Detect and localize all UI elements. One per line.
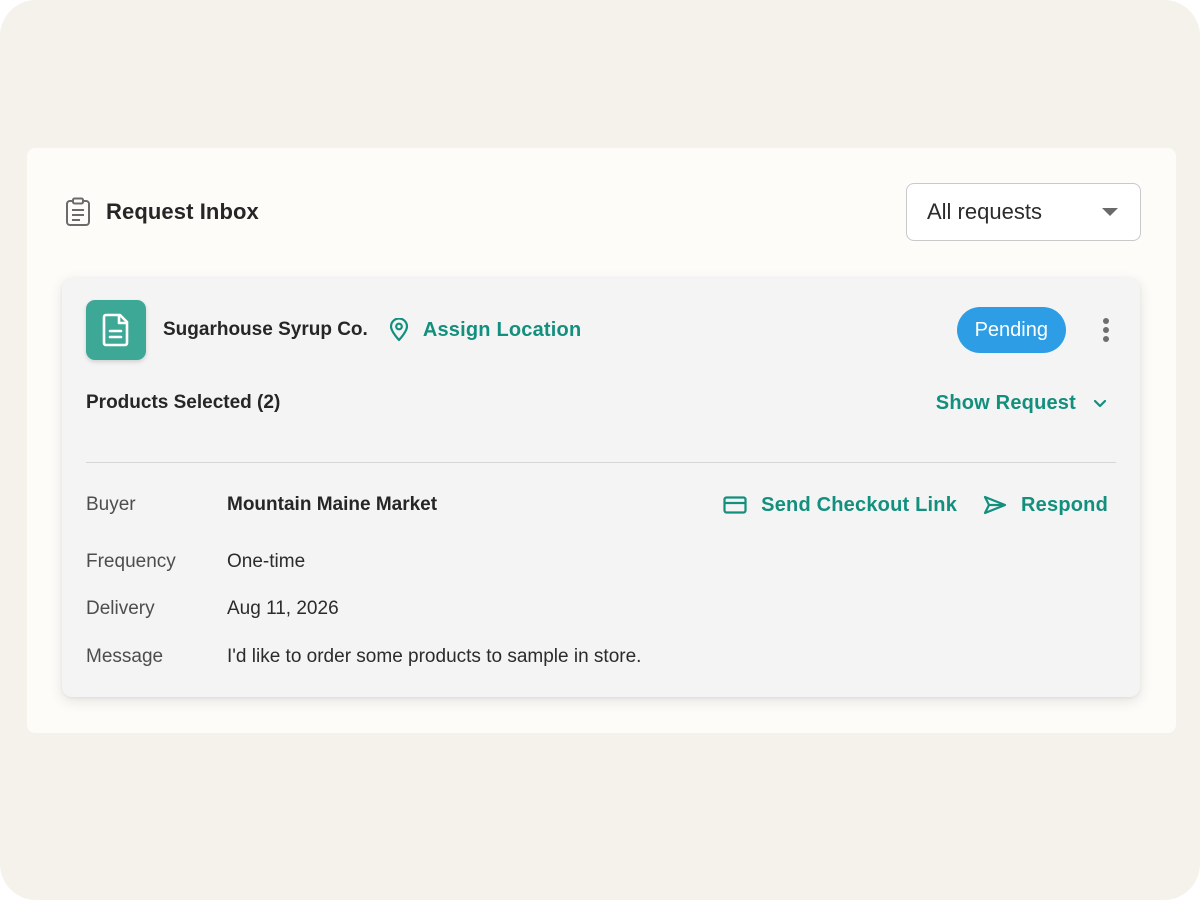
panel-title-group: Request Inbox [64, 197, 259, 227]
location-pin-icon [388, 318, 410, 342]
detail-row-buyer: Buyer Mountain Maine Market [86, 490, 437, 520]
panel-header: Request Inbox All requests [64, 183, 1141, 241]
page-title: Request Inbox [106, 199, 259, 224]
assign-location-link[interactable]: Assign Location [388, 318, 582, 342]
delivery-label: Delivery [86, 598, 155, 619]
chevron-down-icon [1092, 397, 1108, 409]
buyer-value: Mountain Maine Market [227, 494, 438, 515]
message-value: I'd like to order some products to sampl… [227, 646, 642, 667]
detail-row-frequency: Frequency One-time [86, 547, 305, 577]
app-frame: Request Inbox All requests Sugarhouse Sy… [0, 0, 1200, 900]
assign-location-label: Assign Location [422, 318, 582, 341]
buyer-label: Buyer [86, 494, 136, 515]
send-checkout-link-button[interactable]: Send Checkout Link [723, 494, 957, 517]
products-selected-label: Products Selected (2) [86, 392, 281, 413]
respond-label: Respond [1021, 493, 1108, 516]
send-icon [983, 494, 1007, 516]
vendor-group: Sugarhouse Syrup Co. Assign Location [86, 300, 581, 360]
request-card-header: Sugarhouse Syrup Co. Assign Location Pen… [86, 300, 1116, 360]
request-inbox-panel: Request Inbox All requests Sugarhouse Sy… [27, 148, 1176, 733]
vendor-name: Sugarhouse Syrup Co. [163, 319, 368, 340]
request-actions: Send Checkout Link Respond [723, 490, 1108, 520]
kebab-dot [1103, 318, 1109, 324]
detail-row-delivery: Delivery Aug 11, 2026 [86, 594, 339, 624]
kebab-dot [1103, 327, 1109, 333]
more-options-icon[interactable] [1096, 314, 1116, 346]
kebab-dot [1103, 336, 1109, 342]
message-label: Message [86, 646, 164, 667]
request-card: Sugarhouse Syrup Co. Assign Location Pen… [62, 278, 1140, 697]
request-filter-value: All requests [927, 199, 1042, 224]
frequency-label: Frequency [86, 551, 176, 572]
show-request-toggle[interactable]: Show Request [936, 392, 1108, 415]
document-icon [86, 300, 146, 360]
detail-row-message: Message I'd like to order some products … [86, 642, 641, 672]
status-group: Pending [956, 307, 1116, 353]
products-row: Products Selected (2) Show Request [86, 388, 1108, 418]
respond-button[interactable]: Respond [983, 494, 1108, 517]
show-request-label: Show Request [935, 391, 1076, 414]
delivery-value: Aug 11, 2026 [227, 598, 339, 619]
credit-card-icon [723, 494, 747, 516]
caret-down-icon [1102, 208, 1118, 216]
status-badge: Pending [956, 307, 1066, 353]
card-divider [86, 462, 1116, 463]
clipboard-icon [64, 197, 92, 227]
request-filter-dropdown[interactable]: All requests [906, 183, 1141, 241]
send-checkout-link-label: Send Checkout Link [761, 493, 958, 516]
frequency-value: One-time [227, 551, 306, 572]
